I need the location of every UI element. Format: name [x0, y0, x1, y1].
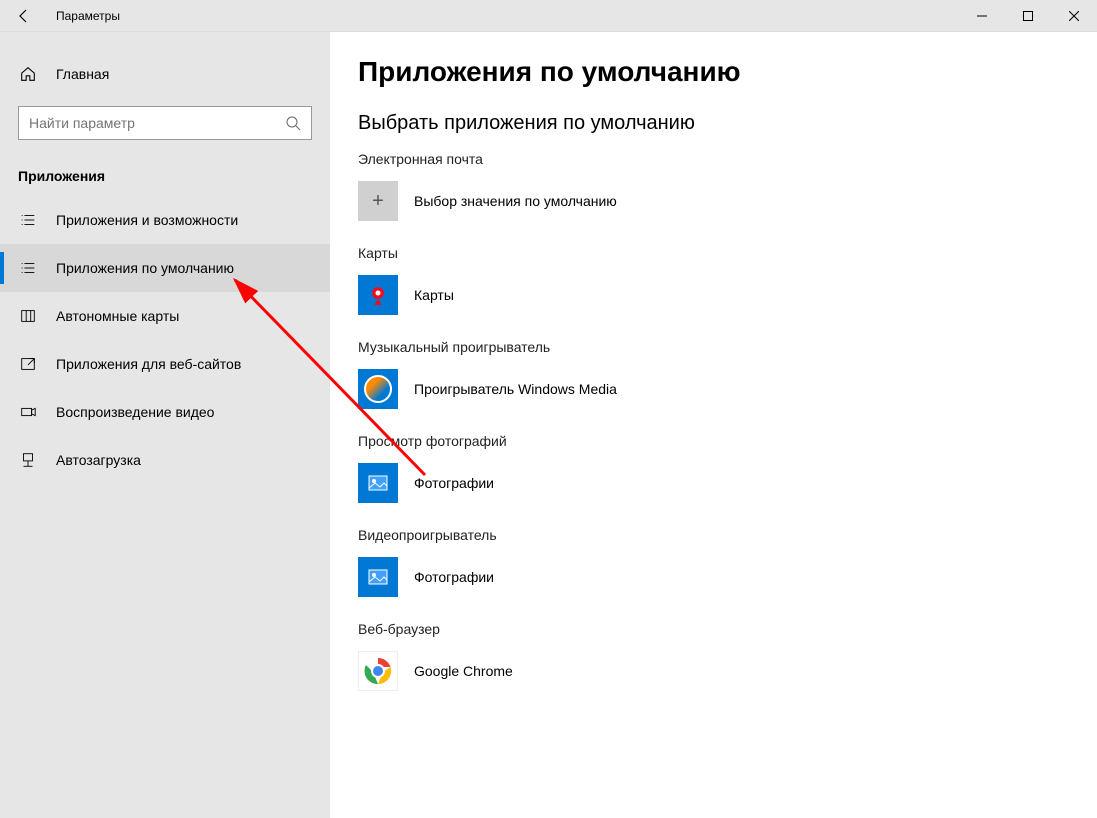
category-label: Видеопроигрыватель — [358, 527, 1097, 543]
sidebar-item-startup[interactable]: Автозагрузка — [0, 436, 330, 484]
category-label: Электронная почта — [358, 151, 1097, 167]
app-name-label: Google Chrome — [414, 663, 513, 679]
sidebar-item-video-playback[interactable]: Воспроизведение видео — [0, 388, 330, 436]
plus-icon: + — [358, 181, 398, 221]
sidebar-item-website-apps[interactable]: Приложения для веб-сайтов — [0, 340, 330, 388]
arrow-left-icon — [16, 8, 32, 24]
app-name-label: Выбор значения по умолчанию — [414, 193, 617, 209]
photos-app-icon — [358, 463, 398, 503]
category-label: Карты — [358, 245, 1097, 261]
maximize-button[interactable] — [1005, 0, 1051, 32]
category-label: Веб-браузер — [358, 621, 1097, 637]
sidebar-item-label: Приложения и возможности — [56, 212, 238, 228]
window-title: Параметры — [56, 9, 120, 23]
titlebar: Параметры — [0, 0, 1097, 32]
search-input[interactable] — [29, 115, 285, 131]
app-name-label: Проигрыватель Windows Media — [414, 381, 617, 397]
sidebar-home[interactable]: Главная — [0, 56, 330, 92]
page-title: Приложения по умолчанию — [358, 56, 1097, 88]
sidebar-item-default-apps[interactable]: Приложения по умолчанию — [0, 244, 330, 292]
map-icon — [18, 306, 38, 326]
search-icon — [285, 115, 301, 131]
sidebar-item-label: Воспроизведение видео — [56, 404, 214, 420]
default-app-browser[interactable]: Google Chrome — [358, 651, 1097, 691]
back-button[interactable] — [0, 0, 48, 32]
home-icon — [18, 64, 38, 84]
sidebar-item-apps-features[interactable]: Приложения и возможности — [0, 196, 330, 244]
list-icon — [18, 210, 38, 230]
search-box[interactable] — [18, 106, 312, 140]
default-app-maps[interactable]: Карты — [358, 275, 1097, 315]
video-icon — [18, 402, 38, 422]
website-icon — [18, 354, 38, 374]
startup-icon — [18, 450, 38, 470]
app-name-label: Фотографии — [414, 475, 494, 491]
sidebar-home-label: Главная — [56, 66, 109, 82]
photos-app-icon — [358, 557, 398, 597]
maximize-icon — [1023, 11, 1033, 21]
category-label: Музыкальный проигрыватель — [358, 339, 1097, 355]
default-app-video[interactable]: Фотографии — [358, 557, 1097, 597]
sidebar-item-label: Автозагрузка — [56, 452, 141, 468]
close-button[interactable] — [1051, 0, 1097, 32]
sidebar-item-label: Приложения по умолчанию — [56, 260, 234, 276]
sidebar-item-label: Приложения для веб-сайтов — [56, 356, 241, 372]
section-title: Выбрать приложения по умолчанию — [358, 112, 1097, 135]
sidebar-item-label: Автономные карты — [56, 308, 179, 324]
chrome-app-icon — [358, 651, 398, 691]
sidebar: Главная Приложения Приложения и возможно… — [0, 32, 330, 818]
sidebar-item-offline-maps[interactable]: Автономные карты — [0, 292, 330, 340]
defaults-icon — [18, 258, 38, 278]
category-label: Просмотр фотографий — [358, 433, 1097, 449]
app-name-label: Фотографии — [414, 569, 494, 585]
minimize-icon — [977, 11, 987, 21]
maps-app-icon — [358, 275, 398, 315]
wmp-app-icon — [358, 369, 398, 409]
sidebar-heading: Приложения — [18, 168, 312, 184]
close-icon — [1069, 11, 1079, 21]
default-app-photos[interactable]: Фотографии — [358, 463, 1097, 503]
default-app-music[interactable]: Проигрыватель Windows Media — [358, 369, 1097, 409]
minimize-button[interactable] — [959, 0, 1005, 32]
default-app-email[interactable]: + Выбор значения по умолчанию — [358, 181, 1097, 221]
app-name-label: Карты — [414, 287, 454, 303]
content-area: Приложения по умолчанию Выбрать приложен… — [330, 32, 1097, 818]
window-controls — [959, 0, 1097, 32]
